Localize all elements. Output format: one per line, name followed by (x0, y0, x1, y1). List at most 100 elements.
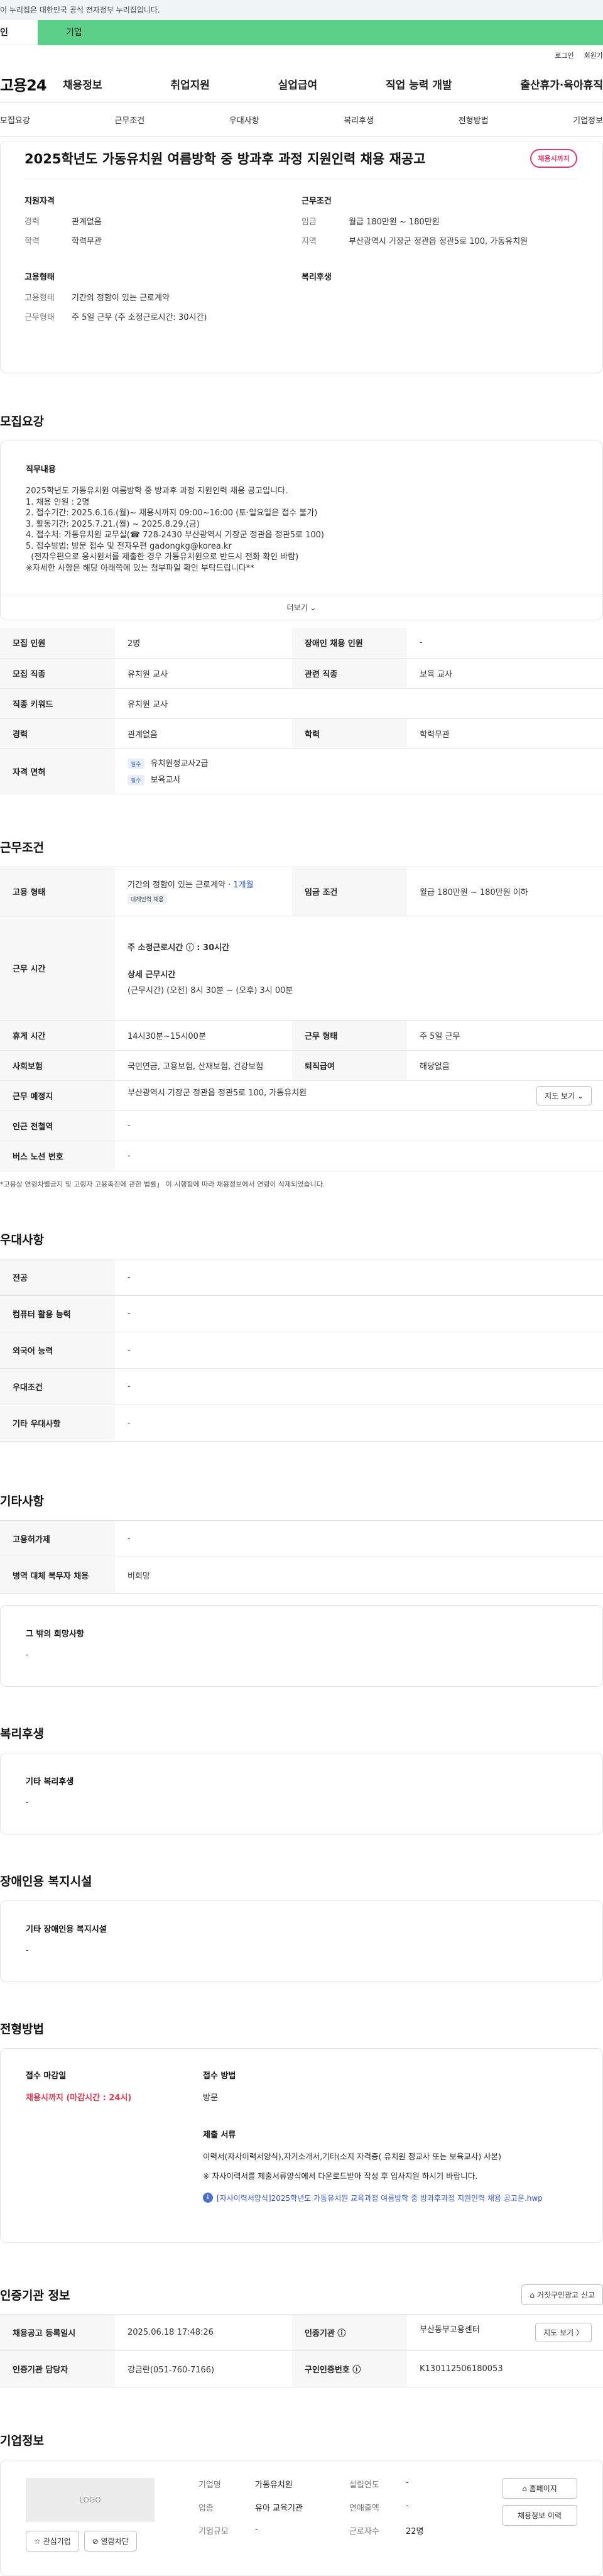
qualification-heading: 지원자격 (24, 197, 55, 206)
recruit-title: 모집요강 (0, 415, 44, 429)
report-fake-ad-label: 거짓구인광고 신고 (536, 2290, 595, 2299)
work-place: 부산광역시 기장군 정관읍 정관5로 100, 가동유치원 (128, 1088, 307, 1098)
work-place-cell: 부산광역시 기장군 정관읍 정관5로 100, 가동유치원 지도 보기 ⌄ (115, 1080, 603, 1111)
deadline-value: 채용시까지 (마감시간 : 24시) (26, 2093, 132, 2103)
agency-map-button[interactable]: 지도 보기 〉 (535, 2322, 592, 2342)
emp-type-cell: 기간의 정함이 있는 근로계약 · 1개월 대체인력 채용 (115, 867, 292, 916)
cond-label: 임금 (302, 217, 317, 227)
row-value: 유치원 교사 (115, 688, 603, 719)
row-label: 구인인증번호 ⓘ (292, 2350, 407, 2387)
utility-menu: 로그인 회원가 (0, 45, 603, 65)
row-value: - (115, 1295, 603, 1332)
row-label: 퇴직급여 (292, 1050, 407, 1081)
homepage-label: 홈페이지 (529, 2484, 557, 2493)
company-label: 기업규모 (198, 2526, 229, 2536)
qual-label: 경력 (24, 217, 40, 227)
work-table: 고용 형태 기간의 정함이 있는 근로계약 · 1개월 대체인력 채용 임금 조건 월급… (0, 866, 603, 1171)
deadline-badge: 채용시까지 (530, 149, 577, 168)
gnb-employment-support[interactable]: 취업지원 (170, 76, 210, 92)
row-value: - (115, 1332, 603, 1369)
row-label: 직종 키워드 (0, 688, 115, 719)
report-fake-ad-button[interactable]: ⌂ 거짓구인광고 신고 (521, 2284, 603, 2305)
row-value: 관계없음 (115, 718, 292, 749)
job-description-box: 직무내용 2025학년도 가동유치원 여름방학 중 방과후 과정 지원인력 채용… (0, 441, 603, 620)
job-history-button[interactable]: 채용정보 이력 (502, 2504, 577, 2526)
gnb-parental-leave[interactable]: 출산휴가·육아휴직 (520, 76, 603, 92)
personal-member-tab[interactable]: 인 (0, 20, 38, 45)
company-title: 기업정보 (0, 2433, 44, 2448)
emp-value: 기간의 정함이 있는 근로계약 (72, 293, 170, 303)
cond-label: 지역 (302, 237, 317, 246)
star-icon: ☆ (34, 2536, 43, 2546)
row-value: 보육 교사 (407, 658, 603, 689)
welfare-title: 복리후생 (0, 1726, 44, 1741)
row-value: 14시30분~15시00분 (115, 1020, 292, 1051)
job-title: 2025학년도 가동유치원 여름방학 중 방과후 과정 지원인력 채용 재공고 (24, 141, 579, 179)
emp-type-value: 기간의 정함이 있는 근로계약 · (128, 880, 234, 890)
block-view-label: 열람차단 (100, 2536, 129, 2546)
row-label: 버스 노선 번호 (0, 1141, 115, 1171)
row-label: 모집 인원 (0, 628, 115, 659)
gnb-vocational-training[interactable]: 직업 능력 개발 (386, 76, 452, 92)
disabled-box: 기타 장애인용 복지시설 - (0, 1900, 603, 1982)
qual-value: 학력무관 (72, 237, 102, 246)
row-label: 인증기관 담당자 (0, 2350, 115, 2387)
company-logo: LOGO (26, 2477, 155, 2522)
row-value: 유치원 교사 (115, 658, 292, 689)
qual-label: 학력 (24, 237, 40, 246)
tab-recruit[interactable]: 모집요강 (0, 114, 30, 126)
pref-table: 전공 - 컴퓨터 활용 능력 - 외국어 능력 - 우대조건 - 기타 우대사항 - (0, 1258, 603, 1442)
substitute-tag: 대체인력 채용 (128, 894, 167, 904)
row-value: - (115, 1405, 603, 1442)
welfare-value: - (26, 1797, 29, 1807)
company-card: LOGO ☆ 관심기업 ⊘ 열람차단 기업명 가동유치원 설립연도 - 업종 유아 교육… (0, 2459, 603, 2576)
more-button[interactable]: 더보기 ⌄ (1, 595, 602, 620)
emp-value: 주 5일 근무 (주 소정근로시간: 30시간) (72, 313, 207, 322)
company-member-tab[interactable]: 기업 (38, 20, 603, 45)
row-label: 컴퓨터 활용 능력 (0, 1295, 115, 1332)
row-label: 외국어 능력 (0, 1332, 115, 1369)
company-value: 22명 (406, 2526, 424, 2536)
attachment-link[interactable]: [자사이력서양식]2025학년도 가동유치원 교육과정 여름방학 중 방과후과정… (217, 2193, 543, 2203)
tab-process[interactable]: 전형방법 (459, 114, 489, 126)
gnb-unemployment-benefit[interactable]: 실업급여 (278, 76, 318, 92)
company-label: 설립연도 (349, 2480, 379, 2490)
docs-value: 이력서(자사이력서양식),자기소개서,기타(소지 자격증( 유치원 정교사 또는… (203, 2151, 502, 2161)
row-label: 근무 형태 (292, 1020, 407, 1051)
tab-company[interactable]: 기업정보 (573, 114, 603, 126)
other-wishes-box: 그 밖의 희망사항 - (0, 1604, 603, 1687)
detail-hours-heading: 상세 근무시간 (128, 970, 176, 980)
work-title: 근무조건 (0, 840, 44, 855)
block-view-button[interactable]: ⊘ 열람차단 (84, 2530, 137, 2551)
employment-heading: 고용형태 (24, 273, 55, 282)
company-label: 업종 (198, 2503, 214, 2513)
tab-work[interactable]: 근무조건 (114, 114, 144, 126)
gnb-jobs[interactable]: 채용정보 (63, 76, 102, 92)
login-link[interactable]: 로그인 (555, 50, 573, 60)
detail-hours: (근무시간) (오전) 8시 30분 ~ (오후) 3시 00분 (128, 985, 293, 995)
row-value: - (115, 1110, 603, 1141)
condition-heading: 근무조건 (302, 197, 332, 206)
row-label: 인증기관 ⓘ (292, 2314, 407, 2351)
tab-pref[interactable]: 우대사항 (229, 114, 259, 126)
job-description-heading: 직무내용 (26, 465, 56, 474)
row-label: 우대조건 (0, 1368, 115, 1405)
disabled-value: - (26, 1945, 29, 1955)
favorite-company-button[interactable]: ☆ 관심기업 (26, 2530, 79, 2551)
method-heading: 접수 방법 (203, 2071, 236, 2081)
home-outline-icon: ⌂ (530, 2290, 537, 2299)
row-value: 학력무관 (407, 718, 603, 749)
agency-org-cell: 부산동부고용센터 지도 보기 〉 (407, 2314, 603, 2351)
tab-welfare[interactable]: 복리후생 (344, 114, 374, 126)
map-button[interactable]: 지도 보기 ⌄ (536, 1085, 592, 1105)
join-link[interactable]: 회원가 (584, 50, 603, 60)
row-value: 해당없음 (407, 1050, 603, 1081)
row-value: 주 5일 근무 (407, 1020, 603, 1051)
row-label: 모집 직종 (0, 658, 115, 689)
job-description-text: 2025학년도 가동유치원 여름방학 중 방과후 과정 지원인력 채용 공고입니… (26, 486, 324, 573)
row-value: 2명 (115, 628, 292, 659)
row-label: 인근 전철역 (0, 1110, 115, 1141)
row-value: - (407, 628, 603, 659)
process-box: 접수 마감일 채용시까지 (마감시간 : 24시) 접수 방법 방문 제출 서류… (0, 2047, 603, 2243)
homepage-button[interactable]: ⌂ 홈페이지 (502, 2477, 577, 2499)
